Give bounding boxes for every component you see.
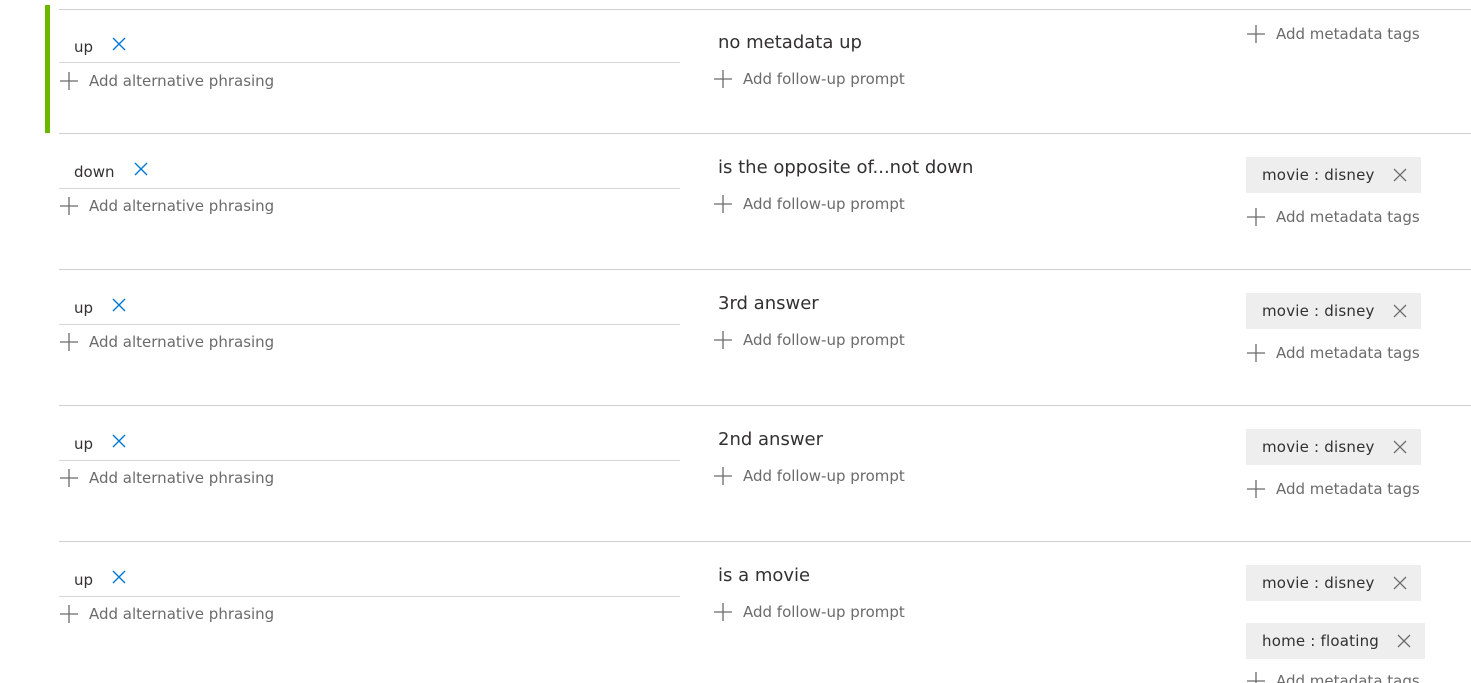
question-text: up (74, 38, 94, 56)
remove-question-close-icon[interactable] (112, 37, 126, 51)
remove-tag-close-icon[interactable] (1393, 304, 1407, 318)
qna-row: up Add alternative phrasing no metadata … (45, 5, 1471, 134)
answer-text[interactable]: is a movie (718, 565, 810, 586)
remove-tag-close-icon[interactable] (1393, 576, 1407, 590)
metadata-tag: home : floating (1246, 623, 1426, 659)
plus-icon (1246, 207, 1266, 227)
plus-icon (59, 332, 79, 352)
plus-icon (59, 71, 79, 91)
add-alternative-phrasing-button[interactable]: Add alternative phrasing (59, 604, 274, 624)
add-follow-up-prompt-button[interactable]: Add follow-up prompt (713, 194, 905, 214)
plus-icon (59, 196, 79, 216)
plus-icon (59, 468, 79, 488)
answer-text[interactable]: is the opposite of...not down (718, 157, 973, 178)
add-metadata-tags-button[interactable]: Add metadata tags (1246, 24, 1420, 44)
add-alternative-phrasing-button[interactable]: Add alternative phrasing (59, 196, 274, 216)
add-alternative-phrasing-label: Add alternative phrasing (89, 72, 275, 90)
plus-icon (1246, 479, 1266, 499)
metadata-tag: movie : disney (1246, 429, 1421, 465)
add-metadata-tags-button[interactable]: Add metadata tags (1246, 343, 1420, 363)
metadata-tag: movie : disney (1246, 565, 1421, 601)
question-text: down (74, 163, 115, 181)
metadata-tag-label: movie : disney (1262, 302, 1375, 320)
plus-icon (713, 194, 733, 214)
remove-tag-close-icon[interactable] (1393, 440, 1407, 454)
add-follow-up-prompt-label: Add follow-up prompt (743, 70, 905, 88)
remove-question-close-icon[interactable] (112, 434, 126, 448)
question-field[interactable]: up (59, 270, 680, 325)
plus-icon (59, 604, 79, 624)
add-follow-up-prompt-label: Add follow-up prompt (743, 195, 905, 213)
add-follow-up-prompt-button[interactable]: Add follow-up prompt (713, 466, 905, 486)
metadata-tag: movie : disney (1246, 157, 1421, 193)
plus-icon (713, 466, 733, 486)
remove-tag-close-icon[interactable] (1397, 634, 1411, 648)
plus-icon (1246, 671, 1266, 683)
question-field[interactable]: up (59, 406, 680, 461)
metadata-tag-label: movie : disney (1262, 574, 1375, 592)
add-metadata-tags-label: Add metadata tags (1276, 480, 1420, 498)
answer-text[interactable]: 2nd answer (718, 429, 823, 450)
question-field[interactable]: up (59, 10, 680, 63)
add-metadata-tags-label: Add metadata tags (1276, 208, 1420, 226)
answer-text[interactable]: 3rd answer (718, 293, 819, 314)
qna-row: up Add alternative phrasing is a movie A… (59, 541, 1471, 683)
add-alternative-phrasing-button[interactable]: Add alternative phrasing (59, 71, 274, 91)
add-alternative-phrasing-button[interactable]: Add alternative phrasing (59, 332, 274, 352)
qna-row: up Add alternative phrasing 3rd answer A… (59, 269, 1471, 406)
selected-row-indicator (45, 5, 50, 133)
question-text: up (74, 435, 94, 453)
add-follow-up-prompt-label: Add follow-up prompt (743, 603, 905, 621)
metadata-tag: movie : disney (1246, 293, 1421, 329)
add-alternative-phrasing-label: Add alternative phrasing (89, 469, 275, 487)
add-metadata-tags-button[interactable]: Add metadata tags (1246, 479, 1420, 499)
metadata-tag-label: movie : disney (1262, 438, 1375, 456)
add-alternative-phrasing-button[interactable]: Add alternative phrasing (59, 468, 274, 488)
add-metadata-tags-button[interactable]: Add metadata tags (1246, 671, 1420, 683)
qna-row: down Add alternative phrasing is the opp… (59, 133, 1471, 270)
plus-icon (713, 69, 733, 89)
remove-tag-close-icon[interactable] (1393, 168, 1407, 182)
plus-icon (1246, 24, 1266, 44)
plus-icon (713, 602, 733, 622)
add-metadata-tags-label: Add metadata tags (1276, 25, 1420, 43)
metadata-tag-label: home : floating (1262, 632, 1380, 650)
question-text: up (74, 299, 94, 317)
add-alternative-phrasing-label: Add alternative phrasing (89, 605, 275, 623)
add-follow-up-prompt-button[interactable]: Add follow-up prompt (713, 69, 905, 89)
add-follow-up-prompt-label: Add follow-up prompt (743, 331, 905, 349)
add-metadata-tags-label: Add metadata tags (1276, 344, 1420, 362)
qna-list: up Add alternative phrasing no metadata … (0, 0, 1471, 683)
remove-question-close-icon[interactable] (112, 570, 126, 584)
add-follow-up-prompt-button[interactable]: Add follow-up prompt (713, 602, 905, 622)
qna-row: up Add alternative phrasing 2nd answer A… (59, 405, 1471, 542)
metadata-tag-label: movie : disney (1262, 166, 1375, 184)
question-text: up (74, 571, 94, 589)
question-field[interactable]: up (59, 542, 680, 597)
add-metadata-tags-button[interactable]: Add metadata tags (1246, 207, 1420, 227)
remove-question-close-icon[interactable] (134, 162, 148, 176)
add-follow-up-prompt-button[interactable]: Add follow-up prompt (713, 330, 905, 350)
add-metadata-tags-label: Add metadata tags (1276, 672, 1420, 683)
add-follow-up-prompt-label: Add follow-up prompt (743, 467, 905, 485)
plus-icon (1246, 343, 1266, 363)
question-field[interactable]: down (59, 134, 680, 189)
remove-question-close-icon[interactable] (112, 298, 126, 312)
add-alternative-phrasing-label: Add alternative phrasing (89, 333, 275, 351)
answer-text[interactable]: no metadata up (718, 32, 862, 53)
plus-icon (713, 330, 733, 350)
add-alternative-phrasing-label: Add alternative phrasing (89, 197, 275, 215)
